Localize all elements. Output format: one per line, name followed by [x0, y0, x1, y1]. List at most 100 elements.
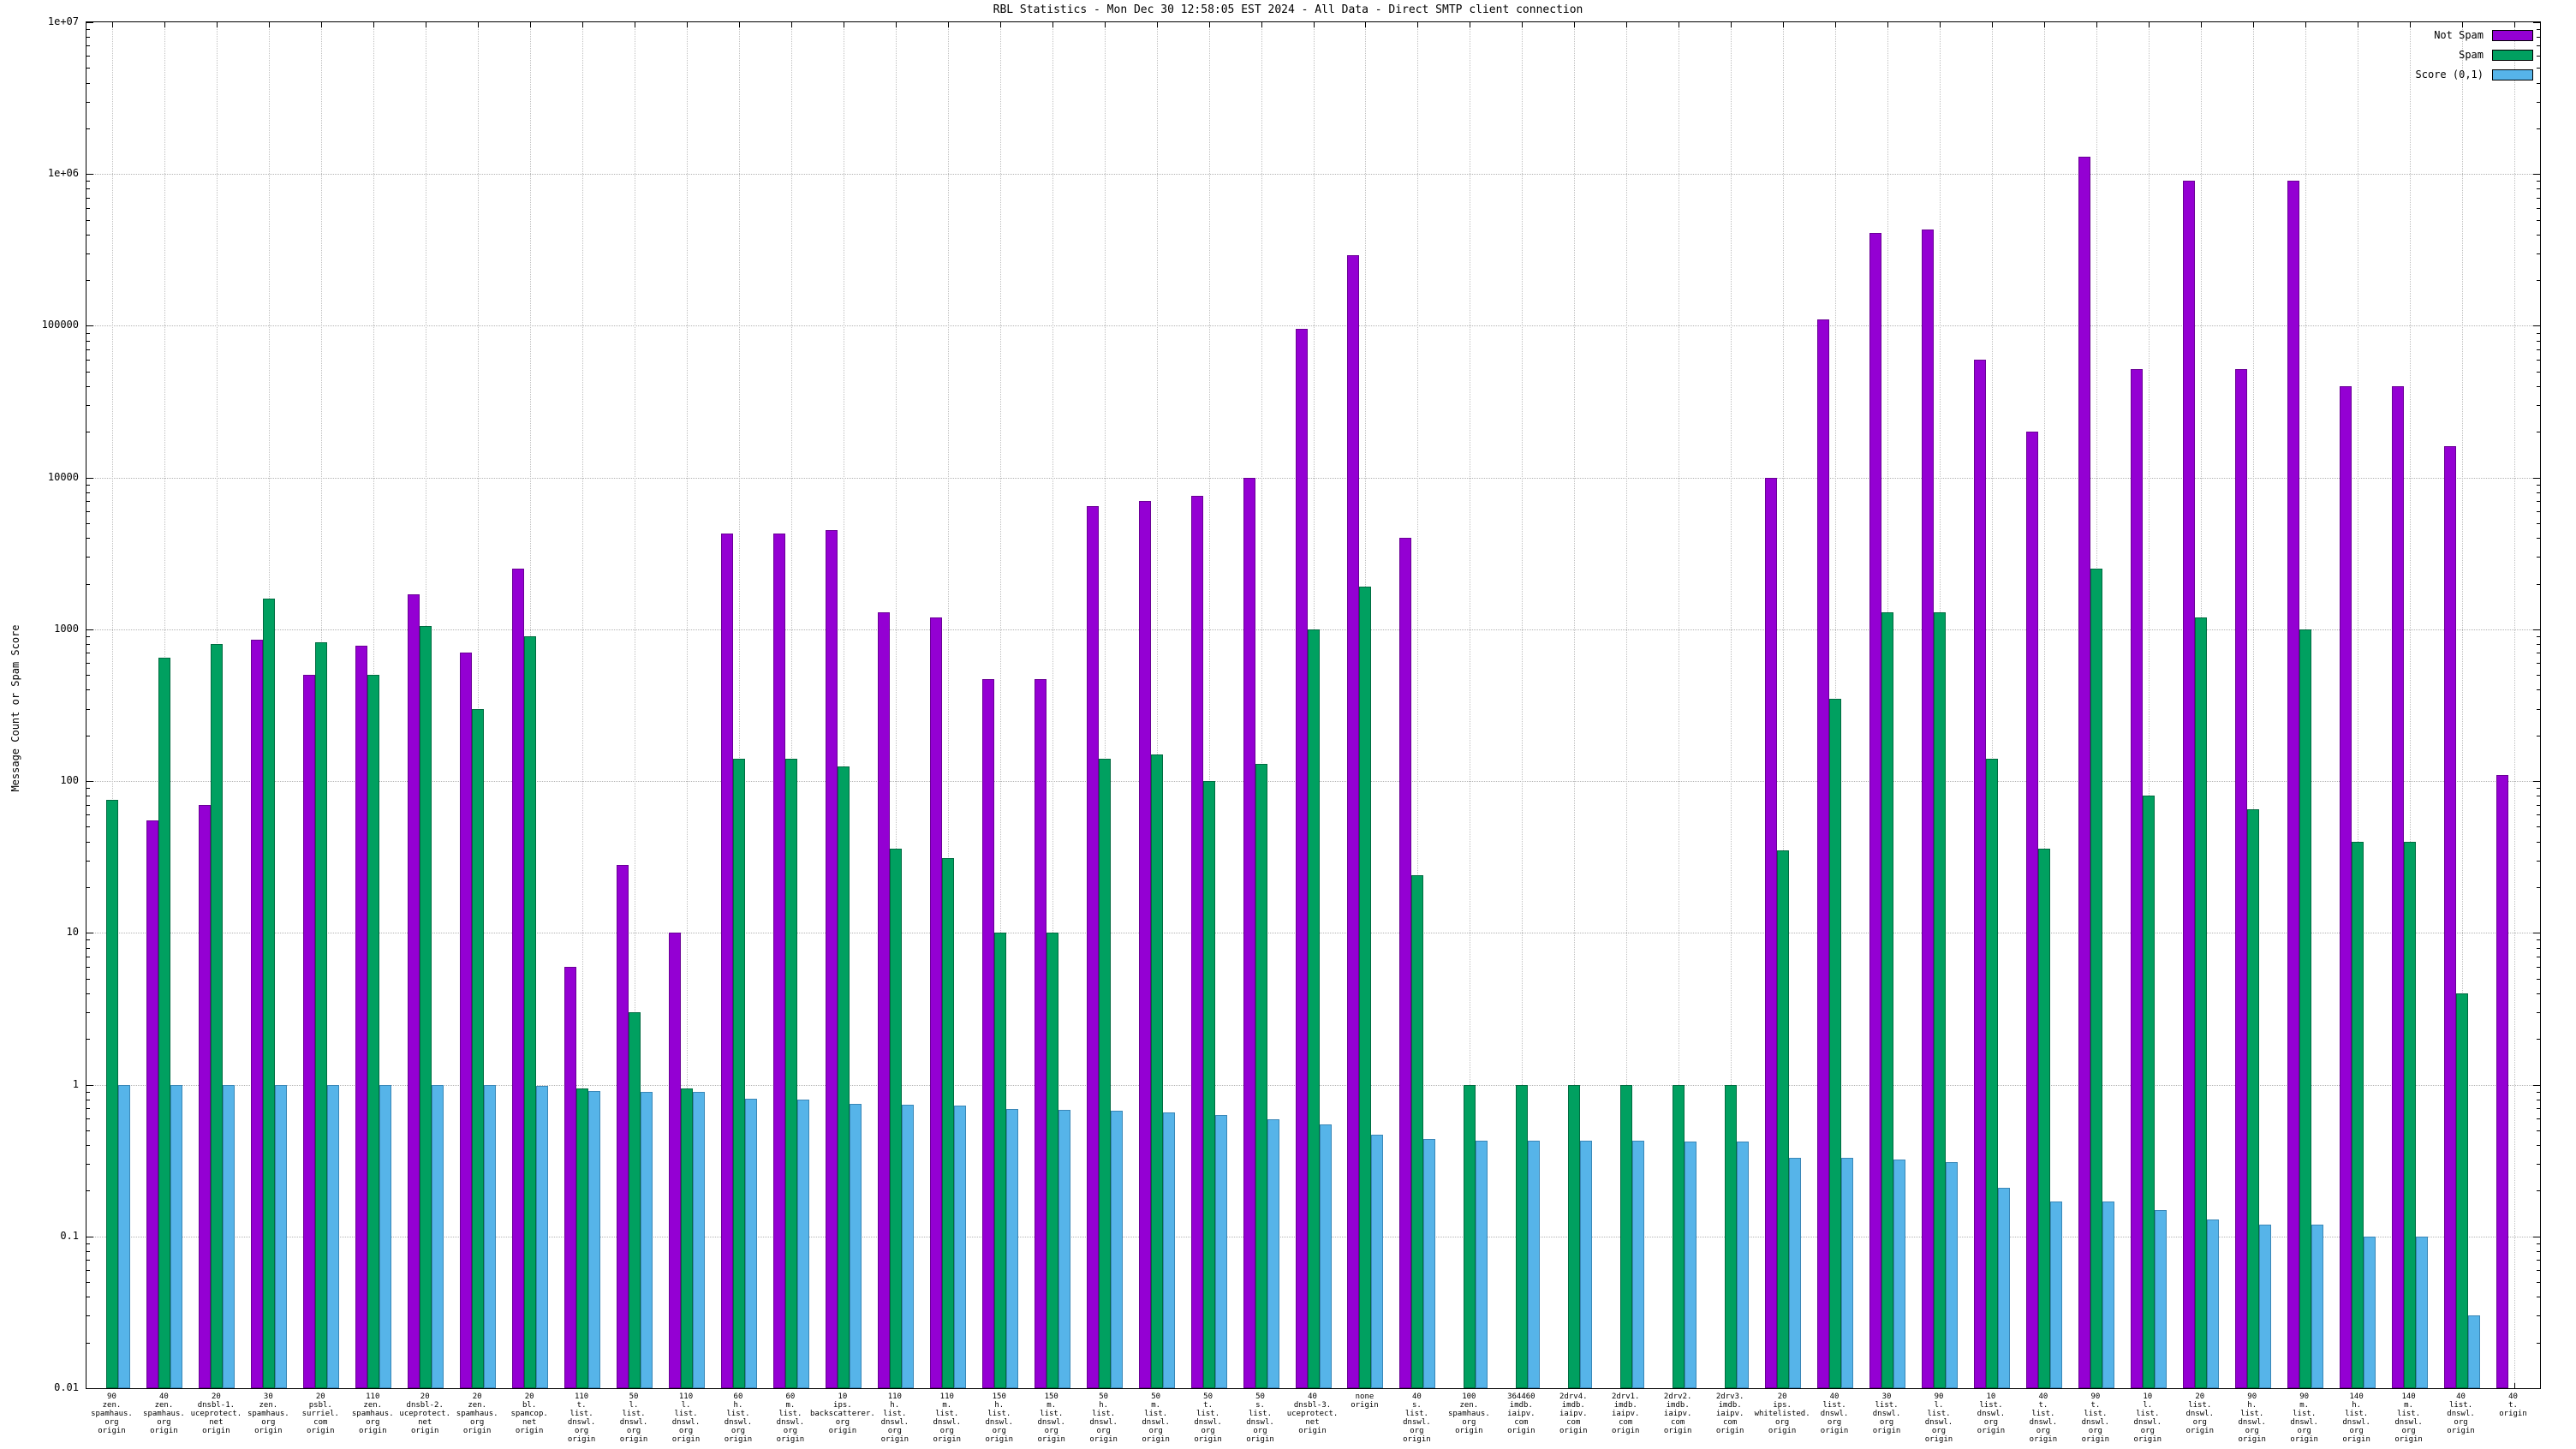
y-major-tick-right — [2533, 174, 2540, 175]
y-minor-tick-right — [2537, 644, 2540, 645]
x-major-tick-top — [2253, 22, 2254, 27]
y-minor-tick-right — [2537, 1190, 2540, 1191]
y-minor-tick-right — [2537, 68, 2540, 69]
bar-not-spam-42 — [2287, 181, 2299, 1388]
y-tick-label: 10 — [0, 926, 79, 938]
y-minor-tick — [86, 523, 90, 524]
bar-spam-11 — [681, 1088, 693, 1388]
bar-not-spam-44 — [2392, 386, 2404, 1388]
y-minor-tick-right — [2537, 788, 2540, 789]
y-minor-tick — [86, 360, 90, 361]
bar-spam-26 — [1464, 1085, 1476, 1388]
bar-not-spam-22 — [1243, 478, 1255, 1388]
bar-spam-39 — [2143, 796, 2155, 1388]
y-minor-tick — [86, 280, 90, 281]
x-major-tick-top — [1574, 22, 1575, 27]
legend-entry-score: Score (0,1) — [2416, 69, 2533, 80]
y-major-tick-right — [2533, 478, 2540, 479]
y-minor-tick-right — [2537, 663, 2540, 664]
y-minor-tick-right — [2537, 83, 2540, 84]
bar-score-37 — [2050, 1202, 2062, 1388]
y-minor-tick-right — [2537, 814, 2540, 815]
y-minor-tick-right — [2537, 102, 2540, 103]
x-major-tick-top — [1887, 22, 1888, 27]
y-minor-tick — [86, 1243, 90, 1244]
y-minor-tick-right — [2537, 485, 2540, 486]
y-minor-tick-right — [2537, 1282, 2540, 1283]
x-major-tick-top — [1992, 22, 1993, 27]
y-major-tick — [86, 22, 93, 23]
bar-spam-4 — [315, 642, 327, 1388]
y-minor-tick — [86, 45, 90, 46]
y-major-tick — [86, 781, 93, 782]
y-minor-tick — [86, 492, 90, 493]
y-minor-tick — [86, 1164, 90, 1165]
y-minor-tick — [86, 1282, 90, 1283]
bar-not-spam-7 — [460, 653, 472, 1388]
x-major-tick-top — [2149, 22, 2150, 27]
y-major-tick-right — [2533, 781, 2540, 782]
y-minor-tick-right — [2537, 1343, 2540, 1344]
x-major-tick-top — [896, 22, 897, 27]
bar-score-36 — [1998, 1188, 2010, 1388]
bar-not-spam-15 — [878, 612, 890, 1388]
bar-spam-21 — [1203, 781, 1215, 1388]
y-major-tick — [86, 629, 93, 630]
y-minor-tick-right — [2537, 1270, 2540, 1271]
bar-spam-42 — [2299, 629, 2311, 1388]
bar-score-20 — [1163, 1112, 1175, 1388]
x-major-tick-top — [2044, 22, 2045, 27]
y-minor-tick-right — [2537, 181, 2540, 182]
legend-swatch-spam — [2492, 50, 2533, 61]
bar-spam-34 — [1881, 612, 1893, 1388]
bar-not-spam-19 — [1087, 506, 1099, 1388]
y-minor-tick-right — [2537, 1108, 2540, 1109]
y-minor-tick-right — [2537, 198, 2540, 199]
y-minor-tick — [86, 341, 90, 342]
y-minor-tick — [86, 37, 90, 38]
y-minor-tick — [86, 826, 90, 827]
bar-not-spam-2 — [199, 805, 211, 1388]
y-minor-tick-right — [2537, 501, 2540, 502]
bar-not-spam-11 — [669, 933, 681, 1388]
y-minor-tick-right — [2537, 333, 2540, 334]
y-minor-tick — [86, 235, 90, 236]
y-minor-tick — [86, 979, 90, 980]
bar-spam-16 — [942, 858, 954, 1388]
y-minor-tick-right — [2537, 967, 2540, 968]
y-minor-tick-right — [2537, 511, 2540, 512]
y-minor-tick — [86, 1118, 90, 1119]
bar-spam-2 — [211, 644, 223, 1388]
y-minor-tick — [86, 56, 90, 57]
y-tick-label: 1 — [0, 1078, 79, 1090]
y-minor-tick — [86, 208, 90, 209]
bar-not-spam-36 — [1974, 360, 1986, 1388]
y-minor-tick — [86, 1012, 90, 1013]
bar-not-spam-12 — [721, 534, 733, 1388]
y-minor-tick-right — [2537, 360, 2540, 361]
y-minor-tick-right — [2537, 1092, 2540, 1093]
y-minor-tick — [86, 967, 90, 968]
y-minor-tick — [86, 83, 90, 84]
y-minor-tick-right — [2537, 1012, 2540, 1013]
bar-spam-19 — [1099, 759, 1111, 1388]
bar-spam-22 — [1255, 764, 1267, 1388]
y-tick-label: 1e+06 — [0, 167, 79, 179]
bar-not-spam-39 — [2131, 369, 2143, 1388]
y-minor-tick — [86, 372, 90, 373]
bar-score-22 — [1267, 1119, 1279, 1388]
x-major-tick-top — [948, 22, 949, 27]
x-major-tick-top — [1314, 22, 1315, 27]
bar-spam-10 — [629, 1012, 641, 1388]
bar-score-12 — [745, 1099, 757, 1388]
bar-spam-25 — [1411, 875, 1423, 1388]
y-minor-tick-right — [2537, 1243, 2540, 1244]
rbl-statistics-chart: RBL Statistics - Mon Dec 30 12:58:05 EST… — [0, 0, 2576, 1449]
x-major-tick-top — [1626, 22, 1627, 27]
y-minor-tick — [86, 1108, 90, 1109]
y-minor-tick — [86, 557, 90, 558]
y-tick-label: 100 — [0, 774, 79, 786]
bar-spam-14 — [838, 766, 850, 1388]
y-minor-tick-right — [2537, 1145, 2540, 1146]
y-major-tick-right — [2533, 325, 2540, 326]
